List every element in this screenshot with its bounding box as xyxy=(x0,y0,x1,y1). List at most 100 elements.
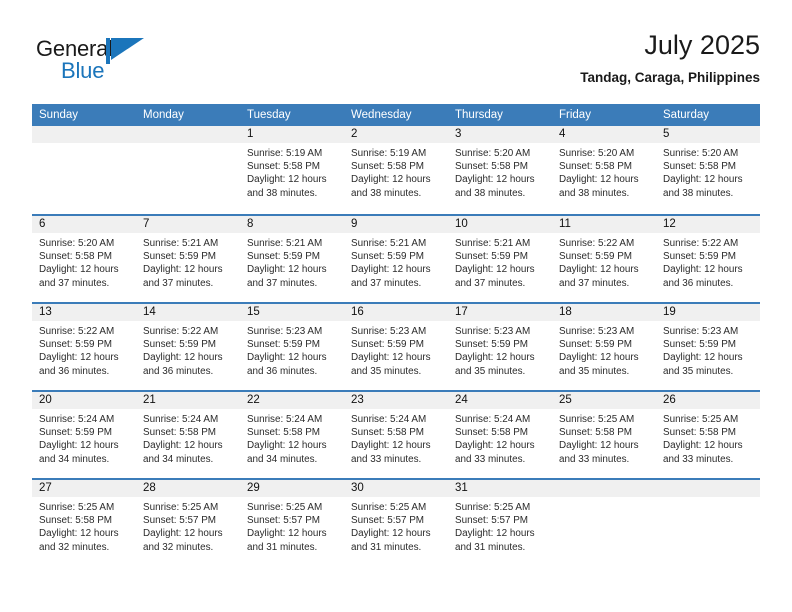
day-sunset-text: Sunset: 5:58 PM xyxy=(663,161,737,173)
day-sunrise-text: Sunrise: 5:23 AM xyxy=(455,326,531,337)
day-number: 2 xyxy=(344,126,448,143)
day-of-week-header-4: Thursday xyxy=(455,109,503,121)
calendar-day-cell[interactable]: 12 Sunrise: 5:22 AM Sunset: 5:59 PM Dayligh… xyxy=(656,216,760,302)
day-sunrise-text: Sunrise: 5:20 AM xyxy=(39,238,115,249)
day-of-week-header-0: Sunday xyxy=(39,109,79,121)
day-number: 28 xyxy=(136,480,240,497)
day-of-week-header-2: Tuesday xyxy=(247,109,291,121)
day-sunrise-text: Sunrise: 5:25 AM xyxy=(247,502,323,513)
calendar-day-cell[interactable]: 9 Sunrise: 5:21 AM Sunset: 5:59 PM Daylight… xyxy=(344,216,448,302)
calendar-day-cell[interactable]: 23 Sunrise: 5:24 AM Sunset: 5:58 PM Dayligh… xyxy=(344,392,448,478)
day-sunrise-text: Sunrise: 5:24 AM xyxy=(39,414,115,425)
calendar-day-cell[interactable]: 3 Sunrise: 5:20 AM Sunset: 5:58 PM Daylight… xyxy=(448,126,552,214)
calendar-day-cell[interactable]: 7 Sunrise: 5:21 AM Sunset: 5:59 PM Daylight… xyxy=(136,216,240,302)
day-daylight-line2-text: and 36 minutes. xyxy=(247,365,318,377)
day-daylight-line2-text: and 34 minutes. xyxy=(39,453,110,465)
day-daylight-line2-text: and 37 minutes. xyxy=(455,277,526,289)
calendar-day-cell[interactable]: 20 Sunrise: 5:24 AM Sunset: 5:59 PM Dayligh… xyxy=(32,392,136,478)
day-details: Sunrise: 5:19 AM Sunset: 5:58 PM Daylight:… xyxy=(344,143,448,200)
calendar-day-cell[interactable]: 11 Sunrise: 5:22 AM Sunset: 5:59 PM Dayligh… xyxy=(552,216,656,302)
calendar-day-cell[interactable]: 29 Sunrise: 5:25 AM Sunset: 5:57 PM Dayligh… xyxy=(240,480,344,566)
calendar-day-cell-empty xyxy=(136,126,240,214)
day-sunset-text: Sunset: 5:59 PM xyxy=(455,339,529,351)
calendar-day-cell[interactable]: 21 Sunrise: 5:24 AM Sunset: 5:58 PM Dayligh… xyxy=(136,392,240,478)
calendar-day-cell[interactable]: 1 Sunrise: 5:19 AM Sunset: 5:58 PM Daylight… xyxy=(240,126,344,214)
calendar-day-cell[interactable]: 22 Sunrise: 5:24 AM Sunset: 5:58 PM Dayligh… xyxy=(240,392,344,478)
day-details: Sunrise: 5:24 AM Sunset: 5:59 PM Daylight:… xyxy=(32,409,136,466)
day-number: 29 xyxy=(240,480,344,497)
day-number: 1 xyxy=(240,126,344,143)
day-daylight-line1-text: Daylight: 12 hours xyxy=(247,440,327,452)
day-details: Sunrise: 5:21 AM Sunset: 5:59 PM Daylight:… xyxy=(448,233,552,290)
day-number: 13 xyxy=(32,304,136,321)
calendar-day-cell[interactable]: 5 Sunrise: 5:20 AM Sunset: 5:58 PM Daylight… xyxy=(656,126,760,214)
calendar-day-cell[interactable]: 30 Sunrise: 5:25 AM Sunset: 5:57 PM Dayligh… xyxy=(344,480,448,566)
day-sunrise-text: Sunrise: 5:22 AM xyxy=(663,238,739,249)
day-of-week-header-row: Sunday Monday Tuesday Wednesday Thursday Frid… xyxy=(32,104,760,126)
brand-logo[interactable]: General Blue xyxy=(36,36,256,92)
day-daylight-line2-text: and 37 minutes. xyxy=(143,277,214,289)
day-sunrise-text: Sunrise: 5:24 AM xyxy=(351,414,427,425)
day-sunrise-text: Sunrise: 5:21 AM xyxy=(247,238,323,249)
day-sunrise-text: Sunrise: 5:23 AM xyxy=(663,326,739,337)
calendar-day-cell[interactable]: 27 Sunrise: 5:25 AM Sunset: 5:58 PM Dayligh… xyxy=(32,480,136,566)
calendar-day-cell[interactable]: 13 Sunrise: 5:22 AM Sunset: 5:59 PM Dayligh… xyxy=(32,304,136,390)
day-details: Sunrise: 5:25 AM Sunset: 5:58 PM Daylight:… xyxy=(552,409,656,466)
day-number: 22 xyxy=(240,392,344,409)
calendar-day-cell[interactable]: 31 Sunrise: 5:25 AM Sunset: 5:57 PM Dayligh… xyxy=(448,480,552,566)
day-number: 21 xyxy=(136,392,240,409)
day-sunset-text: Sunset: 5:59 PM xyxy=(143,251,217,263)
calendar-day-cell[interactable]: 28 Sunrise: 5:25 AM Sunset: 5:57 PM Dayligh… xyxy=(136,480,240,566)
day-number: 10 xyxy=(448,216,552,233)
day-sunset-text: Sunset: 5:59 PM xyxy=(39,339,113,351)
day-details: Sunrise: 5:23 AM Sunset: 5:59 PM Daylight:… xyxy=(656,321,760,378)
day-details: Sunrise: 5:23 AM Sunset: 5:59 PM Daylight:… xyxy=(552,321,656,378)
day-daylight-line1-text: Daylight: 12 hours xyxy=(143,352,223,364)
day-sunset-text: Sunset: 5:59 PM xyxy=(351,339,425,351)
day-daylight-line1-text: Daylight: 12 hours xyxy=(663,352,743,364)
calendar-day-cell[interactable]: 18 Sunrise: 5:23 AM Sunset: 5:59 PM Dayligh… xyxy=(552,304,656,390)
day-sunset-text: Sunset: 5:59 PM xyxy=(559,339,633,351)
calendar-day-cell[interactable]: 15 Sunrise: 5:23 AM Sunset: 5:59 PM Dayligh… xyxy=(240,304,344,390)
day-details: Sunrise: 5:20 AM Sunset: 5:58 PM Daylight:… xyxy=(448,143,552,200)
calendar-day-cell[interactable]: 10 Sunrise: 5:21 AM Sunset: 5:59 PM Dayligh… xyxy=(448,216,552,302)
day-sunset-text: Sunset: 5:58 PM xyxy=(247,161,321,173)
day-number xyxy=(552,480,656,497)
calendar-day-cell[interactable]: 19 Sunrise: 5:23 AM Sunset: 5:59 PM Dayligh… xyxy=(656,304,760,390)
day-number: 31 xyxy=(448,480,552,497)
day-sunrise-text: Sunrise: 5:21 AM xyxy=(143,238,219,249)
day-details: Sunrise: 5:25 AM Sunset: 5:58 PM Daylight:… xyxy=(656,409,760,466)
day-daylight-line2-text: and 38 minutes. xyxy=(247,187,318,199)
calendar-day-cell[interactable]: 4 Sunrise: 5:20 AM Sunset: 5:58 PM Daylight… xyxy=(552,126,656,214)
calendar-day-cell-empty xyxy=(552,480,656,566)
day-daylight-line2-text: and 31 minutes. xyxy=(351,541,422,553)
calendar-day-cell[interactable]: 16 Sunrise: 5:23 AM Sunset: 5:59 PM Dayligh… xyxy=(344,304,448,390)
day-daylight-line1-text: Daylight: 12 hours xyxy=(663,174,743,186)
calendar-day-cell[interactable]: 2 Sunrise: 5:19 AM Sunset: 5:58 PM Daylight… xyxy=(344,126,448,214)
calendar-week-row: 6 Sunrise: 5:20 AM Sunset: 5:58 PM Daylight… xyxy=(32,214,760,302)
day-number xyxy=(656,480,760,497)
day-sunset-text: Sunset: 5:58 PM xyxy=(559,427,633,439)
day-number: 14 xyxy=(136,304,240,321)
day-daylight-line2-text: and 34 minutes. xyxy=(247,453,318,465)
day-sunrise-text: Sunrise: 5:25 AM xyxy=(559,414,635,425)
calendar-day-cell[interactable]: 8 Sunrise: 5:21 AM Sunset: 5:59 PM Daylight… xyxy=(240,216,344,302)
day-sunset-text: Sunset: 5:59 PM xyxy=(247,251,321,263)
day-daylight-line1-text: Daylight: 12 hours xyxy=(663,264,743,276)
day-daylight-line2-text: and 38 minutes. xyxy=(559,187,630,199)
calendar-day-cell[interactable]: 25 Sunrise: 5:25 AM Sunset: 5:58 PM Dayligh… xyxy=(552,392,656,478)
calendar-day-cell[interactable]: 24 Sunrise: 5:24 AM Sunset: 5:58 PM Dayligh… xyxy=(448,392,552,478)
day-details: Sunrise: 5:21 AM Sunset: 5:59 PM Daylight:… xyxy=(240,233,344,290)
day-daylight-line1-text: Daylight: 12 hours xyxy=(559,264,639,276)
day-sunset-text: Sunset: 5:59 PM xyxy=(247,339,321,351)
calendar-day-cell[interactable]: 26 Sunrise: 5:25 AM Sunset: 5:58 PM Dayligh… xyxy=(656,392,760,478)
day-sunrise-text: Sunrise: 5:25 AM xyxy=(455,502,531,513)
calendar-day-cell[interactable]: 17 Sunrise: 5:23 AM Sunset: 5:59 PM Dayligh… xyxy=(448,304,552,390)
day-sunset-text: Sunset: 5:58 PM xyxy=(39,515,113,527)
calendar-day-cell[interactable]: 14 Sunrise: 5:22 AM Sunset: 5:59 PM Dayligh… xyxy=(136,304,240,390)
day-daylight-line2-text: and 38 minutes. xyxy=(663,187,734,199)
day-daylight-line2-text: and 37 minutes. xyxy=(559,277,630,289)
calendar-day-cell[interactable]: 6 Sunrise: 5:20 AM Sunset: 5:58 PM Daylight… xyxy=(32,216,136,302)
day-daylight-line2-text: and 32 minutes. xyxy=(39,541,110,553)
day-sunrise-text: Sunrise: 5:23 AM xyxy=(559,326,635,337)
